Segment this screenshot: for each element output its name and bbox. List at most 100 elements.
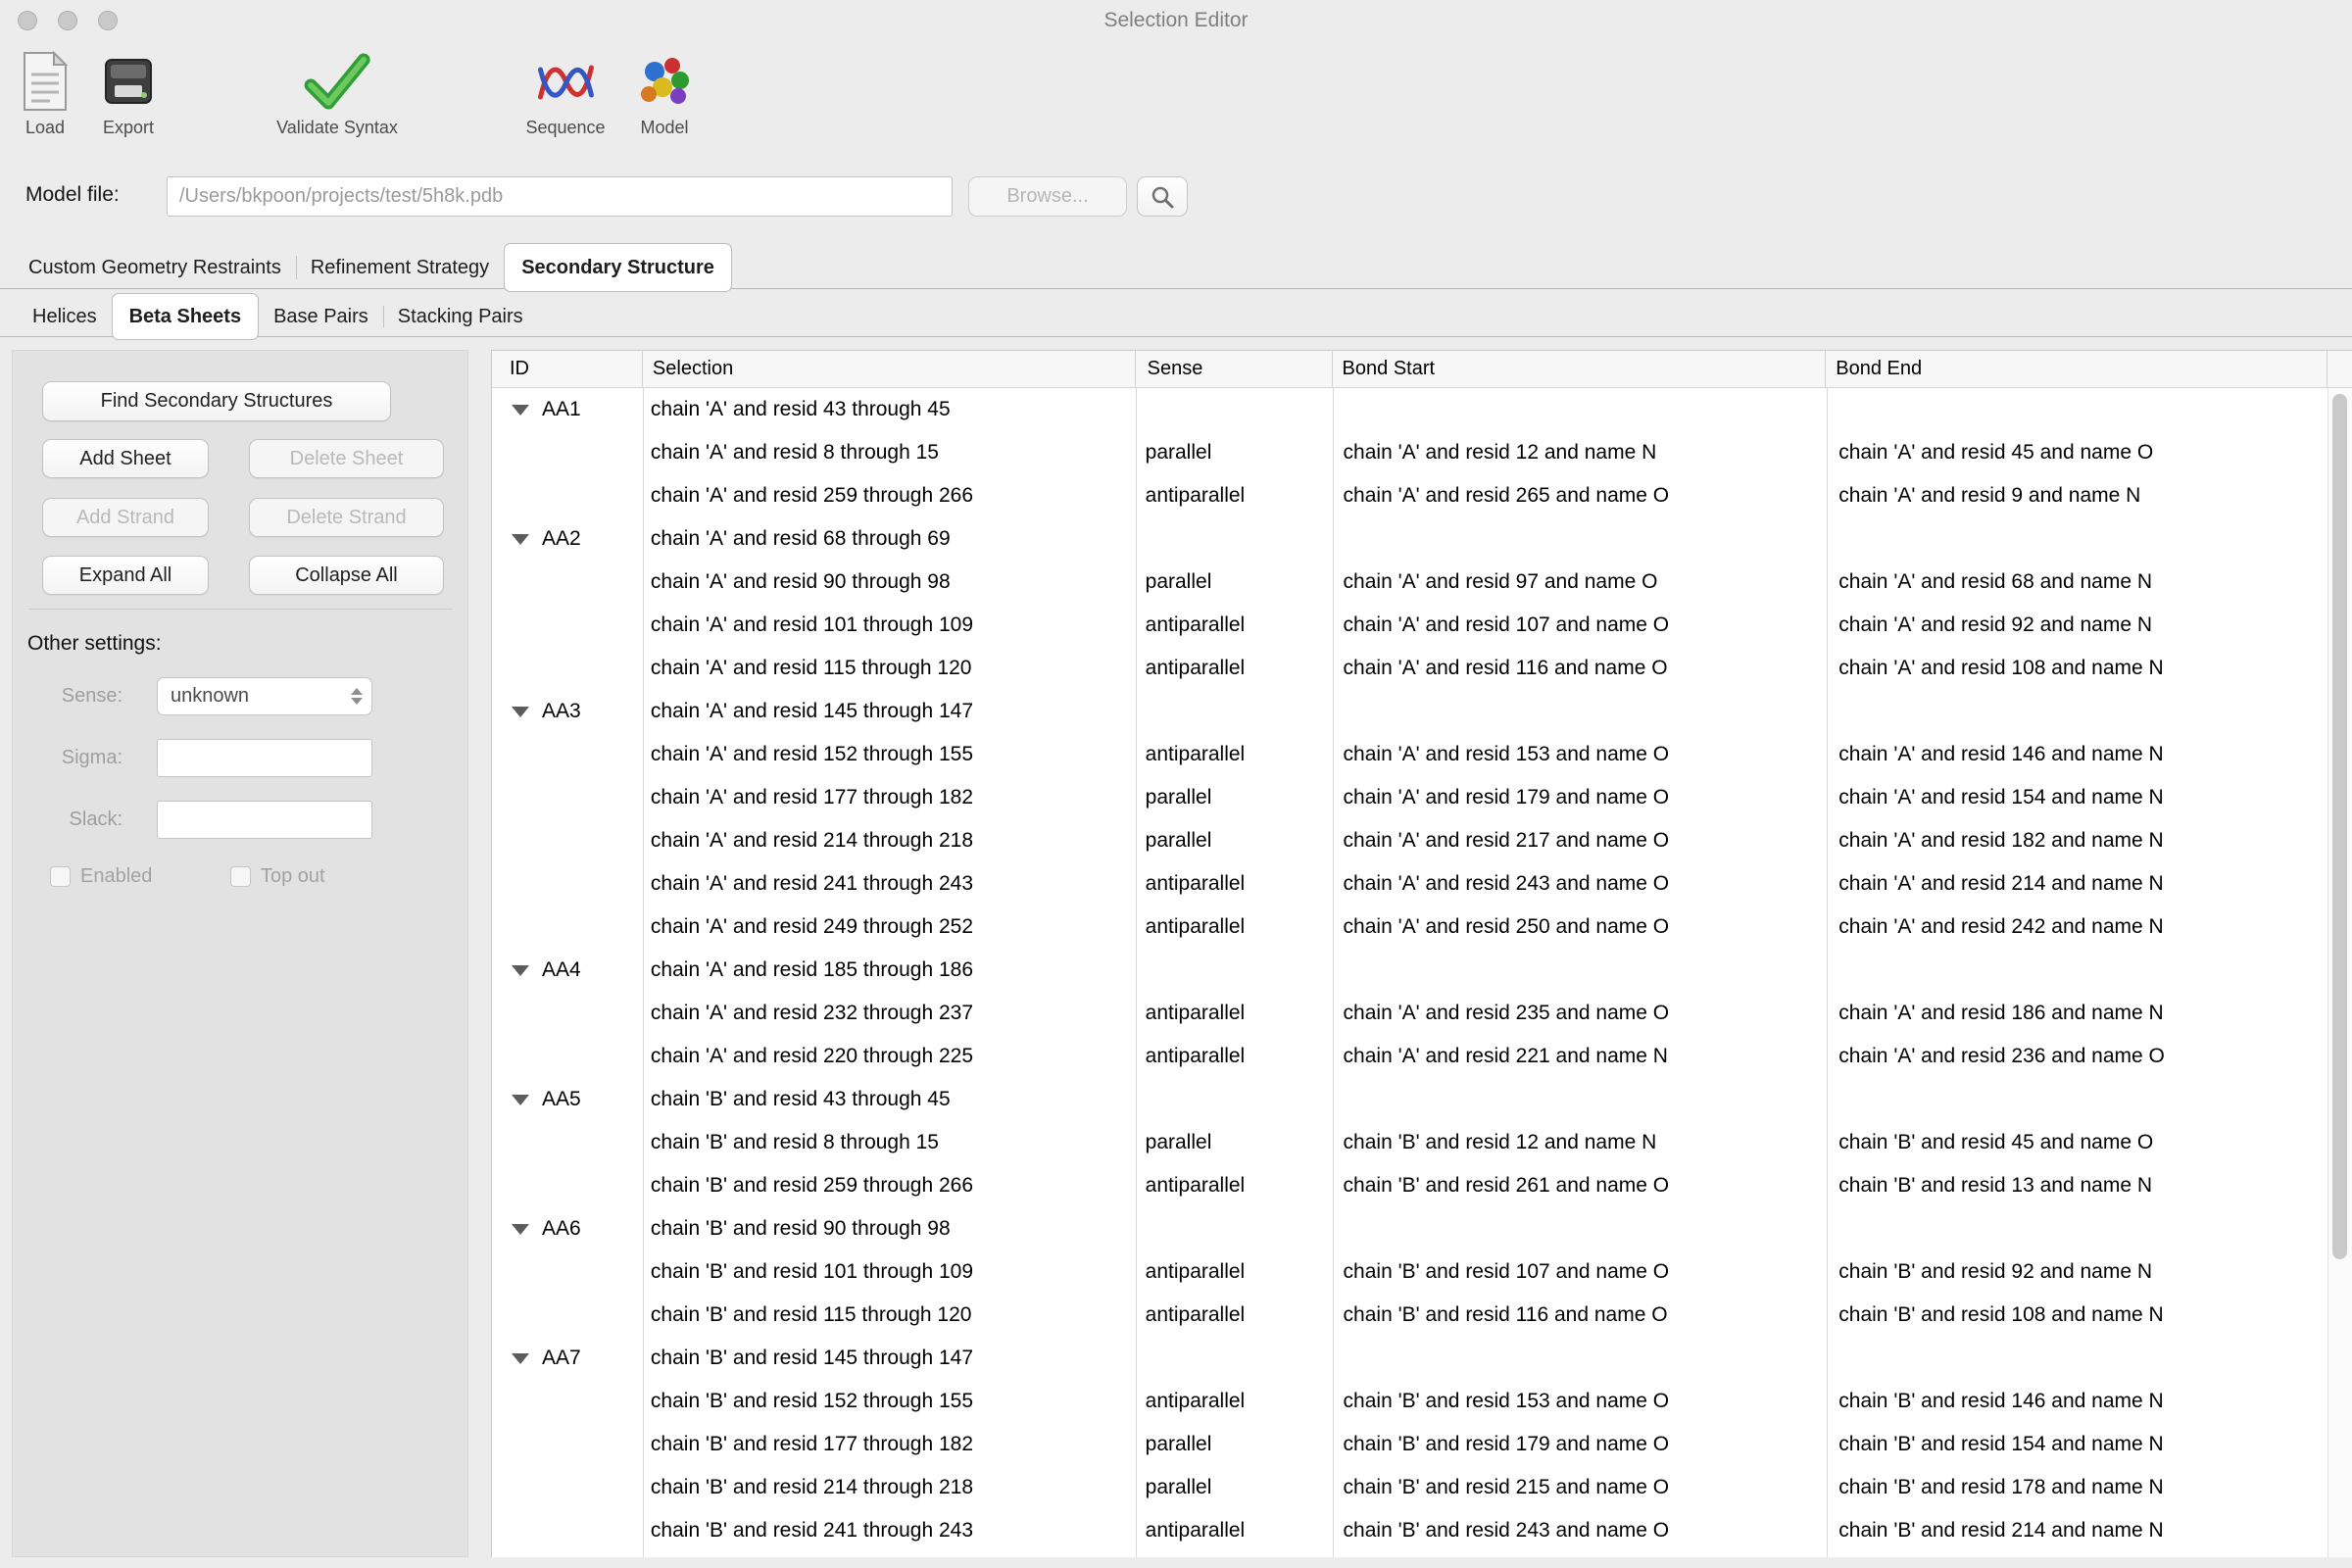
selection-cell: chain 'A' and resid 152 through 155 — [643, 733, 1136, 776]
column-header-selection[interactable]: Selection — [643, 351, 1136, 387]
sheet-row[interactable]: AA1chain 'A' and resid 43 through 45 — [492, 388, 2328, 431]
column-header-sense[interactable]: Sense — [1136, 351, 1333, 387]
delete-sheet-button[interactable]: Delete Sheet — [249, 439, 444, 478]
column-header-bond-end[interactable]: Bond End — [1826, 351, 2328, 387]
sense-cell: parallel — [1136, 1121, 1333, 1164]
selection-cell: chain 'B' and resid 152 through 155 — [643, 1380, 1136, 1423]
tab-secondary-structure[interactable]: Secondary Structure — [504, 243, 732, 292]
sidebar-panel: Find Secondary Structures Add Sheet Dele… — [12, 350, 468, 1557]
selection-cell: chain 'A' and resid 249 through 252 — [643, 906, 1136, 949]
disclosure-triangle-icon[interactable] — [512, 1095, 529, 1105]
add-sheet-button[interactable]: Add Sheet — [42, 439, 209, 478]
sheet-row[interactable]: AA4chain 'A' and resid 185 through 186 — [492, 949, 2328, 992]
enabled-checkbox[interactable] — [50, 866, 71, 887]
close-button[interactable] — [18, 11, 37, 30]
sequence-button[interactable]: Sequence — [525, 47, 605, 138]
column-header-bond-start[interactable]: Bond Start — [1333, 351, 1827, 387]
strand-row[interactable]: chain 'A' and resid 152 through 155antip… — [492, 733, 2328, 776]
tab-custom-geometry-restraints[interactable]: Custom Geometry Restraints — [14, 247, 296, 288]
disclosure-triangle-icon[interactable] — [512, 534, 529, 545]
selection-cell: chain 'A' and resid 101 through 109 — [643, 604, 1136, 647]
sheet-row[interactable]: AA3chain 'A' and resid 145 through 147 — [492, 690, 2328, 733]
strand-row[interactable]: chain 'A' and resid 8 through 15parallel… — [492, 431, 2328, 474]
selection-cell: chain 'B' and resid 145 through 147 — [643, 1337, 1136, 1380]
search-button[interactable] — [1137, 176, 1188, 217]
bond-start-cell: chain 'A' and resid 116 and name O — [1333, 647, 1827, 690]
scrollbar-thumb[interactable] — [2332, 394, 2347, 1259]
strand-row[interactable]: chain 'B' and resid 152 through 155antip… — [492, 1380, 2328, 1423]
column-header-id[interactable]: ID — [492, 351, 643, 387]
strand-row[interactable]: chain 'B' and resid 8 through 15parallel… — [492, 1121, 2328, 1164]
strand-row[interactable]: chain 'A' and resid 249 through 252antip… — [492, 906, 2328, 949]
id-cell — [492, 733, 643, 776]
bond-end-cell: chain 'B' and resid 92 and name N — [1826, 1250, 2328, 1294]
id-cell — [492, 474, 643, 517]
strand-row[interactable]: chain 'B' and resid 214 through 218paral… — [492, 1466, 2328, 1509]
vertical-scrollbar[interactable] — [2328, 388, 2352, 1557]
disclosure-triangle-icon[interactable] — [512, 707, 529, 717]
bond-end-cell: chain 'A' and resid 242 and name N — [1826, 906, 2328, 949]
disclosure-triangle-icon[interactable] — [512, 1353, 529, 1364]
disclosure-triangle-icon[interactable] — [512, 405, 529, 416]
strand-row[interactable]: chain 'A' and resid 90 through 98paralle… — [492, 561, 2328, 604]
strand-row[interactable]: chain 'B' and resid 177 through 182paral… — [492, 1423, 2328, 1466]
collapse-all-button[interactable]: Collapse All — [249, 556, 444, 595]
expand-all-button[interactable]: Expand All — [42, 556, 209, 595]
find-secondary-structures-button[interactable]: Find Secondary Structures — [42, 381, 391, 421]
strand-row[interactable]: chain 'A' and resid 214 through 218paral… — [492, 819, 2328, 862]
bond-end-cell — [1826, 690, 2328, 733]
model-file-input[interactable] — [167, 176, 953, 217]
selection-cell: chain 'A' and resid 177 through 182 — [643, 776, 1136, 819]
bond-end-cell: chain 'B' and resid 178 and name N — [1826, 1466, 2328, 1509]
zoom-button[interactable] — [98, 11, 118, 30]
validate-syntax-button[interactable]: Validate Syntax — [276, 47, 398, 138]
tab-helices[interactable]: Helices — [18, 297, 112, 336]
page-title: Selection Editor — [0, 0, 2352, 41]
bond-end-cell: chain 'A' and resid 146 and name N — [1826, 733, 2328, 776]
model-button[interactable]: Model — [635, 47, 694, 138]
bond-start-cell: chain 'B' and resid 215 and name O — [1333, 1466, 1827, 1509]
sense-cell: antiparallel — [1136, 1035, 1333, 1078]
export-button[interactable]: Export — [101, 47, 156, 138]
disclosure-triangle-icon[interactable] — [512, 1224, 529, 1235]
top-out-checkbox[interactable] — [230, 866, 251, 887]
add-strand-button[interactable]: Add Strand — [42, 498, 209, 537]
strand-row[interactable]: chain 'B' and resid 101 through 109antip… — [492, 1250, 2328, 1294]
strand-row[interactable]: chain 'A' and resid 115 through 120antip… — [492, 647, 2328, 690]
bond-end-cell: chain 'A' and resid 108 and name N — [1826, 647, 2328, 690]
disclosure-triangle-icon[interactable] — [512, 965, 529, 976]
strand-row[interactable]: chain 'A' and resid 220 through 225antip… — [492, 1035, 2328, 1078]
load-button[interactable]: Load — [21, 47, 70, 138]
strand-row[interactable]: chain 'B' and resid 259 through 266antip… — [492, 1164, 2328, 1207]
browse-button[interactable]: Browse... — [968, 176, 1127, 217]
sheet-id: AA1 — [542, 388, 581, 431]
sheet-row[interactable]: AA7chain 'B' and resid 145 through 147 — [492, 1337, 2328, 1380]
sense-cell — [1136, 517, 1333, 561]
sense-cell — [1136, 388, 1333, 431]
strand-row[interactable]: chain 'A' and resid 101 through 109antip… — [492, 604, 2328, 647]
bond-start-cell — [1333, 1337, 1827, 1380]
sense-combobox[interactable]: unknown — [157, 677, 372, 715]
strand-row[interactable]: chain 'B' and resid 115 through 120antip… — [492, 1294, 2328, 1337]
stepper-icon[interactable] — [346, 688, 371, 705]
tab-beta-sheets[interactable]: Beta Sheets — [112, 293, 260, 340]
tab-stacking-pairs[interactable]: Stacking Pairs — [383, 297, 538, 336]
tab-refinement-strategy[interactable]: Refinement Strategy — [296, 247, 504, 288]
strand-row[interactable]: chain 'A' and resid 241 through 243antip… — [492, 862, 2328, 906]
strand-row[interactable]: chain 'A' and resid 259 through 266antip… — [492, 474, 2328, 517]
slack-input[interactable] — [157, 801, 372, 839]
strand-row[interactable]: chain 'A' and resid 177 through 182paral… — [492, 776, 2328, 819]
tab-base-pairs[interactable]: Base Pairs — [259, 297, 383, 336]
strand-row[interactable]: chain 'B' and resid 241 through 243antip… — [492, 1509, 2328, 1552]
header-corner — [2328, 351, 2352, 387]
bond-end-cell: chain 'B' and resid 154 and name N — [1826, 1423, 2328, 1466]
sigma-input[interactable] — [157, 739, 372, 777]
minimize-button[interactable] — [58, 11, 77, 30]
sheet-row[interactable]: AA2chain 'A' and resid 68 through 69 — [492, 517, 2328, 561]
sheet-row[interactable]: AA5chain 'B' and resid 43 through 45 — [492, 1078, 2328, 1121]
strand-row[interactable]: chain 'A' and resid 232 through 237antip… — [492, 992, 2328, 1035]
selection-cell: chain 'A' and resid 259 through 266 — [643, 474, 1136, 517]
delete-strand-button[interactable]: Delete Strand — [249, 498, 444, 537]
sheet-row[interactable]: AA6chain 'B' and resid 90 through 98 — [492, 1207, 2328, 1250]
id-cell — [492, 1164, 643, 1207]
